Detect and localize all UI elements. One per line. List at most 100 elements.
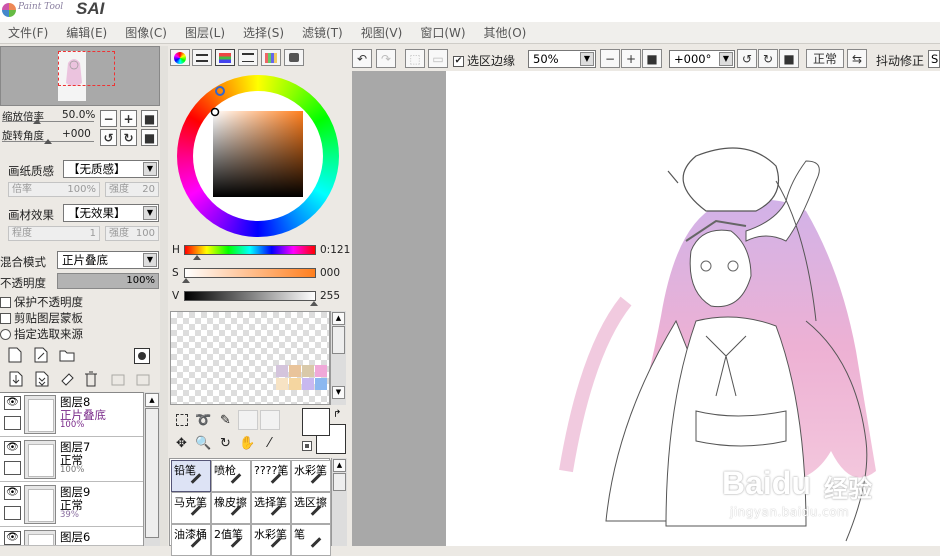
clip-mask-checkbox[interactable]: [0, 313, 11, 324]
color-wheel-tab[interactable]: [170, 49, 190, 66]
selection-edge-option[interactable]: ✔ 选区边缘: [453, 52, 515, 69]
canvas-zoom-reset-button[interactable]: ■: [642, 49, 662, 68]
canvas-rotate-right-button[interactable]: ↻: [758, 49, 778, 68]
redo-button[interactable]: ↷: [376, 49, 396, 68]
zoom-icon[interactable]: 🔍: [193, 435, 214, 451]
scroll-up-icon[interactable]: ▲: [332, 312, 345, 325]
layer-scrollbar[interactable]: ▲: [143, 392, 160, 546]
scroll-up-icon[interactable]: ▲: [333, 459, 346, 472]
layer-lock-checkbox[interactable]: [4, 506, 21, 520]
paper-effect-select[interactable]: 【无效果】 ▼: [63, 204, 159, 222]
layer-row[interactable]: 👁 图层9 正常 39%: [0, 483, 143, 527]
clear-layer-icon[interactable]: [59, 371, 75, 390]
brush-scrollbar[interactable]: ▲: [331, 458, 347, 546]
move-icon[interactable]: ✥: [171, 435, 192, 451]
scroll-thumb[interactable]: [332, 326, 345, 354]
canvas-rotate-reset-button[interactable]: ■: [779, 49, 799, 68]
navigator-view-rect[interactable]: [58, 51, 115, 86]
eye-icon[interactable]: 👁: [4, 396, 21, 410]
drawing-paper[interactable]: Baidu 经验 jingyan.baidu.com: [446, 71, 940, 546]
selection-source-radio[interactable]: [0, 329, 11, 340]
swatch-tab[interactable]: [261, 49, 281, 66]
swatch-grid[interactable]: [170, 311, 330, 405]
swatch-scrollbar[interactable]: ▲ ▼: [330, 311, 346, 405]
swatch-cell[interactable]: [315, 365, 327, 377]
brush-watercolor[interactable]: 水彩笔: [291, 460, 331, 492]
effect-degree-field[interactable]: 程度 1: [8, 226, 100, 241]
scroll-thumb[interactable]: [333, 473, 346, 491]
texture-scale-field[interactable]: 倍率 100%: [8, 182, 100, 197]
effect-strength-field[interactable]: 强度 100: [105, 226, 159, 241]
merge-down-icon[interactable]: [34, 371, 50, 390]
brush-binary-pen[interactable]: 2值笔: [211, 524, 251, 556]
swatch-cell[interactable]: [302, 365, 314, 377]
rotate-reset-button[interactable]: ■: [141, 129, 158, 146]
eye-icon[interactable]: 👁: [4, 531, 21, 545]
stabilizer-select[interactable]: S: [928, 50, 940, 68]
canvas-zoom-in-button[interactable]: +: [621, 49, 641, 68]
menu-layer[interactable]: 图层(L): [177, 24, 235, 41]
protect-opacity-option[interactable]: 保护不透明度: [0, 294, 83, 310]
lasso-icon[interactable]: ➰: [193, 412, 214, 428]
trash-icon[interactable]: [84, 371, 98, 390]
value-slider-thumb[interactable]: [310, 301, 318, 306]
swatch-cell[interactable]: [289, 378, 301, 390]
brush-marker[interactable]: 马克笔: [171, 492, 211, 524]
brush-select-eraser[interactable]: 选区擦: [291, 492, 331, 524]
zoom-reset-button[interactable]: ■: [141, 110, 158, 127]
layer-lock-checkbox[interactable]: [4, 416, 21, 430]
brush-pen-2[interactable]: 笔: [291, 524, 331, 556]
angle-select[interactable]: +000° ▼: [669, 50, 735, 68]
zoom-in-button[interactable]: +: [120, 110, 137, 127]
zoom-slider-thumb[interactable]: [33, 119, 41, 124]
brush-eraser[interactable]: 橡皮擦: [211, 492, 251, 524]
canvas-rotate-left-button[interactable]: ↺: [737, 49, 757, 68]
new-folder-icon[interactable]: [59, 349, 75, 365]
color-wheel[interactable]: [177, 75, 339, 240]
reset-colors-icon[interactable]: [302, 441, 312, 451]
brush-select-pen[interactable]: 选择笔: [251, 492, 291, 524]
menu-view[interactable]: 视图(V): [353, 24, 413, 41]
swatch-cell[interactable]: [276, 365, 288, 377]
layer-row[interactable]: 👁 图层6: [0, 528, 143, 546]
menu-window[interactable]: 窗口(W): [412, 24, 475, 41]
brush-bucket[interactable]: 油漆桶: [171, 524, 211, 556]
swatch-cell[interactable]: [315, 378, 327, 390]
brush-pen[interactable]: ????笔: [251, 460, 291, 492]
paper-texture-select[interactable]: 【无质感】 ▼: [63, 160, 159, 178]
color-mixer-tab[interactable]: [238, 49, 258, 66]
view-mode-button[interactable]: 正常: [806, 49, 844, 68]
menu-image[interactable]: 图像(C): [117, 24, 177, 41]
hue-slider[interactable]: [184, 245, 316, 255]
rotate-left-button[interactable]: ↺: [100, 129, 117, 146]
menu-other[interactable]: 其他(O): [476, 24, 537, 41]
rect-select-icon[interactable]: [171, 412, 192, 428]
eye-icon[interactable]: 👁: [4, 441, 21, 455]
swatch-cell[interactable]: [302, 378, 314, 390]
layer-row[interactable]: 👁 图层7 正常 100%: [0, 438, 143, 482]
menu-select[interactable]: 选择(S): [235, 24, 294, 41]
texture-strength-field[interactable]: 强度 20: [105, 182, 159, 197]
blend-mode-select[interactable]: 正片叠底 ▼: [57, 251, 159, 269]
swatch-cell[interactable]: [276, 378, 288, 390]
primary-color-swatch[interactable]: [302, 408, 330, 436]
swap-colors-icon[interactable]: ↱: [333, 409, 341, 420]
layer-mask-icon[interactable]: [134, 348, 150, 364]
menu-edit[interactable]: 编辑(E): [58, 24, 117, 41]
scroll-thumb[interactable]: [145, 408, 159, 538]
rotate-slider-thumb[interactable]: [44, 139, 52, 144]
brush-airbrush[interactable]: 喷枪: [211, 460, 251, 492]
rotate-view-icon[interactable]: ↻: [215, 435, 236, 451]
clip-mask-option[interactable]: 剪贴图层蒙板: [0, 310, 83, 326]
saturation-slider-thumb[interactable]: [182, 278, 190, 283]
zoom-out-button[interactable]: −: [100, 110, 117, 127]
deselect-button[interactable]: ⬚: [405, 49, 425, 68]
rgb-slider-tab[interactable]: [192, 49, 212, 66]
zoom-select[interactable]: 50% ▼: [528, 50, 596, 68]
selection-source-option[interactable]: 指定选取来源: [0, 326, 83, 342]
layer-lock-checkbox[interactable]: [4, 461, 21, 475]
rotate-right-button[interactable]: ↻: [120, 129, 137, 146]
value-slider[interactable]: [184, 291, 316, 301]
opacity-slider[interactable]: 100%: [57, 273, 159, 289]
canvas-zoom-out-button[interactable]: −: [600, 49, 620, 68]
